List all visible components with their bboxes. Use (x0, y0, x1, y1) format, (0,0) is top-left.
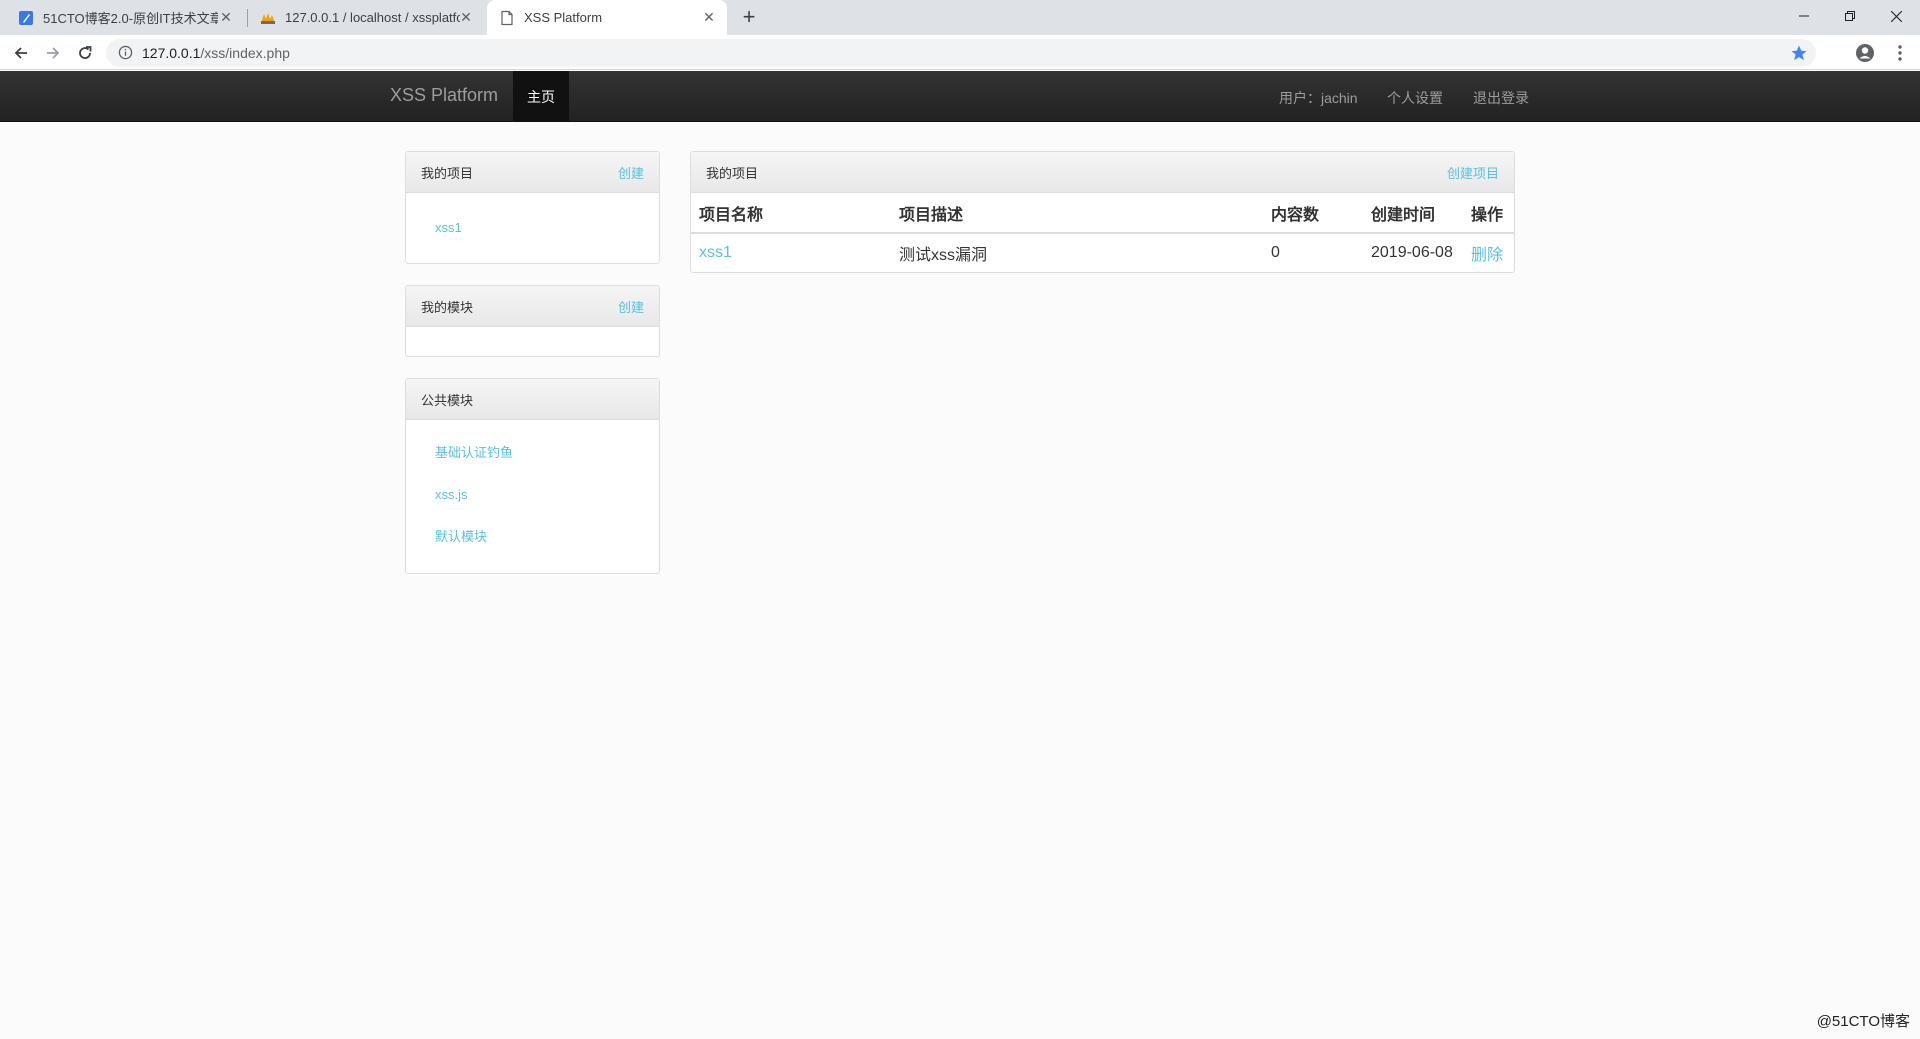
brand-logo[interactable]: XSS Platform (390, 85, 498, 106)
nav-home[interactable]: 主页 (513, 71, 569, 122)
tab-title: 51CTO博客2.0-原创IT技术文章分享平台 (43, 11, 218, 26)
minimize-icon[interactable] (1781, 0, 1827, 32)
url-host: 127.0.0.1 (142, 45, 201, 61)
tab-title: XSS Platform (524, 10, 603, 25)
restore-icon[interactable] (1827, 0, 1873, 32)
profile-avatar-icon[interactable] (1855, 43, 1875, 63)
nav-logout[interactable]: 退出登录 (1473, 88, 1529, 108)
site-navbar: XSS Platform 主页 用户：jachin 个人设置 退出登录 (0, 71, 1920, 122)
table-row: xss1 测试xss漏洞 0 2019-06-08 删除 (691, 233, 1514, 272)
col-project-desc: 项目描述 (891, 193, 1263, 234)
51cto-favicon-icon (19, 10, 33, 25)
panel-title: 我的模块 (421, 299, 474, 315)
project-date: 2019-06-08 (1371, 244, 1453, 261)
site-info-icon[interactable] (118, 45, 133, 60)
close-window-icon[interactable] (1873, 0, 1919, 32)
panel-header: 我的项目 创建 (406, 152, 659, 193)
panel-header: 我的项目 创建项目 (691, 152, 1514, 193)
close-tab-icon[interactable]: ✕ (218, 9, 234, 25)
panel-title: 公共模块 (421, 392, 474, 408)
create-project-link[interactable]: 创建 (618, 163, 644, 182)
project-desc: 测试xss漏洞 (899, 247, 988, 264)
tab-title: 127.0.0.1 / localhost / xssplatform (285, 10, 460, 25)
browser-tab-51cto[interactable]: 51CTO博客2.0-原创IT技术文章分享平台 ✕ (6, 0, 244, 35)
nav-settings[interactable]: 个人设置 (1387, 88, 1443, 108)
nav-user: 用户：jachin (1279, 90, 1358, 106)
close-tab-icon[interactable]: ✕ (701, 9, 717, 25)
panel-title: 我的项目 (706, 165, 759, 181)
col-actions: 操作 (1463, 193, 1514, 234)
col-project-name: 项目名称 (691, 193, 891, 234)
browser-tab-phpmyadmin[interactable]: 127.0.0.1 / localhost / xssplatform ✕ (248, 0, 484, 35)
module-item-basic-auth-phishing[interactable]: 基础认证钓鱼 (406, 432, 659, 474)
col-content-count: 内容数 (1263, 193, 1363, 234)
forward-arrow-icon[interactable] (41, 41, 65, 65)
public-module-list: 基础认证钓鱼 xss.js 默认模块 (406, 420, 659, 566)
page-document-icon (501, 10, 513, 25)
module-item-xss-js[interactable]: xss.js (406, 474, 659, 516)
url-text: 127.0.0.1/xss/index.php (142, 45, 290, 61)
watermark: @51CTO博客 (1816, 1013, 1910, 1030)
reload-icon[interactable] (73, 41, 97, 65)
project-count: 0 (1271, 244, 1280, 261)
projects-table-panel: 我的项目 创建项目 项目名称 项目描述 内容数 创建时间 操作 xss1 测试x… (690, 151, 1515, 273)
panel-title: 我的项目 (421, 165, 474, 181)
back-arrow-icon[interactable] (9, 41, 33, 65)
panel-header: 公共模块 (406, 379, 659, 420)
projects-table: 项目名称 项目描述 内容数 创建时间 操作 xss1 测试xss漏洞 0 201… (691, 193, 1514, 272)
close-tab-icon[interactable]: ✕ (458, 9, 474, 25)
create-module-link[interactable]: 创建 (618, 297, 644, 316)
col-created-time: 创建时间 (1363, 193, 1463, 234)
my-projects-panel: 我的项目 创建 xss1 (405, 151, 660, 264)
new-tab-button[interactable]: + (736, 5, 762, 31)
public-modules-panel: 公共模块 基础认证钓鱼 xss.js 默认模块 (405, 378, 660, 574)
project-name-link[interactable]: xss1 (691, 233, 891, 272)
project-item-xss1[interactable]: xss1 (406, 207, 659, 249)
table-header-row: 项目名称 项目描述 内容数 创建时间 操作 (691, 193, 1514, 234)
browser-toolbar: 127.0.0.1/xss/index.php (0, 35, 1920, 70)
my-modules-panel: 我的模块 创建 (405, 285, 660, 357)
url-path: /xss/index.php (200, 45, 290, 61)
browser-tab-xss-platform[interactable]: XSS Platform ✕ (487, 0, 727, 35)
delete-project-link[interactable]: 删除 (1463, 233, 1514, 272)
create-project-button[interactable]: 创建项目 (1447, 163, 1499, 182)
module-item-default[interactable]: 默认模块 (406, 516, 659, 558)
address-bar[interactable]: 127.0.0.1/xss/index.php (106, 39, 1816, 67)
phpmyadmin-favicon-icon (261, 12, 275, 24)
more-vert-icon[interactable] (1890, 43, 1910, 63)
bookmark-star-icon[interactable] (1790, 44, 1808, 62)
project-list: xss1 (406, 193, 659, 257)
browser-tab-strip: 51CTO博客2.0-原创IT技术文章分享平台 ✕ 127.0.0.1 / lo… (0, 0, 1920, 35)
panel-header: 我的模块 创建 (406, 286, 659, 327)
